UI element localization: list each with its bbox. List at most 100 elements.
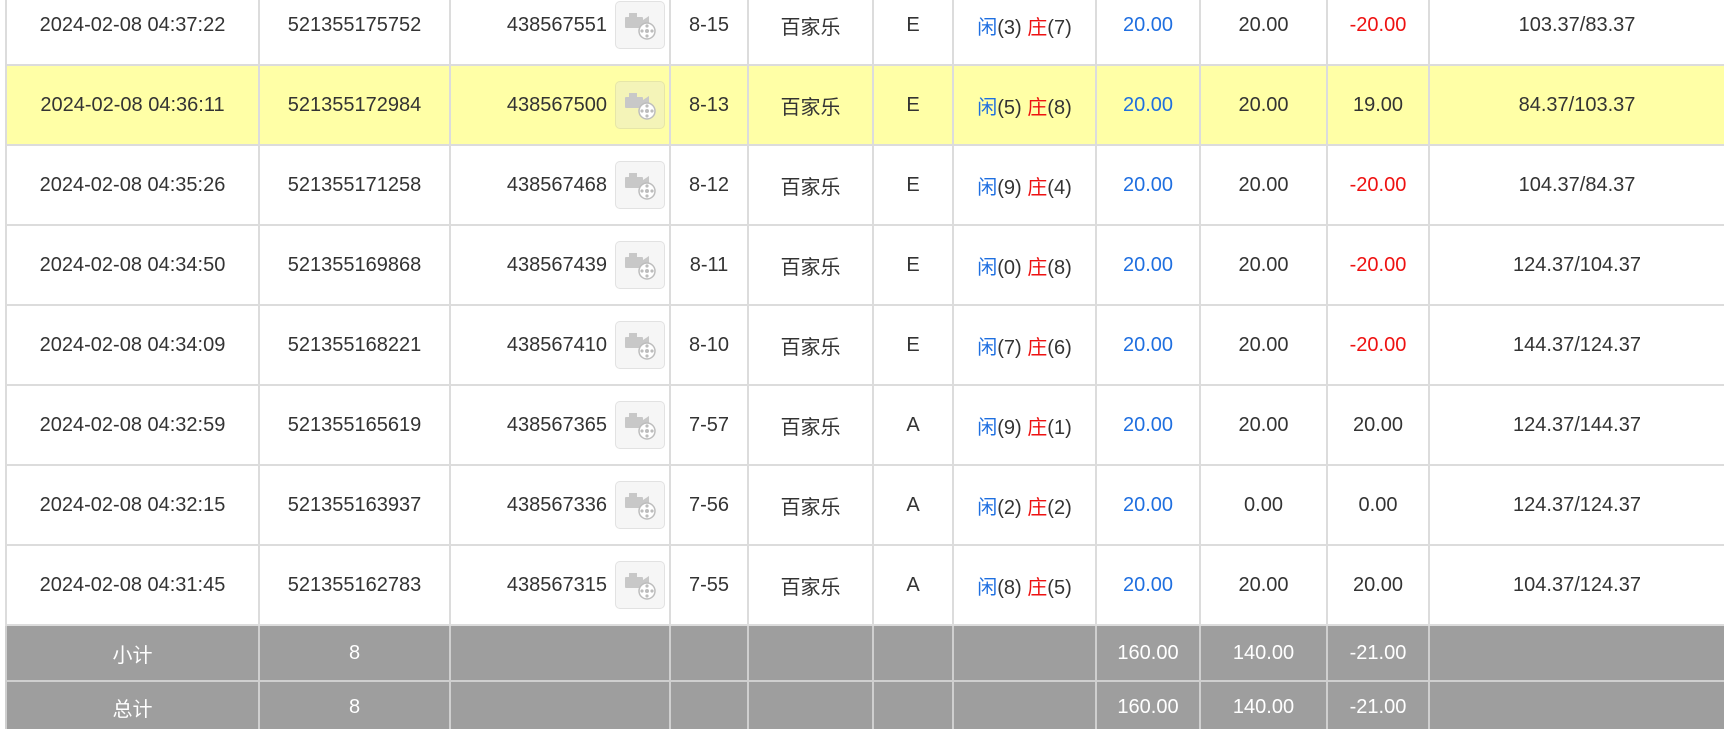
cell-bet: 20.00 <box>1095 464 1201 546</box>
cell-result: 闲(0) 庄(8) <box>952 224 1097 306</box>
round-number: 438567315 <box>506 573 607 596</box>
cell-order-no: 521355172984 <box>258 64 451 146</box>
empty-cell <box>669 680 749 729</box>
video-replay-button[interactable] <box>615 161 665 209</box>
banker-label: 庄 <box>1027 576 1048 599</box>
total-row: 总计 8 160.00 140.00 -21.00 <box>5 680 1724 729</box>
cell-balance: 104.37/84.37 <box>1428 144 1724 226</box>
player-label: 闲 <box>977 96 998 119</box>
cell-table: A <box>872 544 954 626</box>
video-replay-button[interactable] <box>615 321 665 369</box>
cell-order-no: 521355171258 <box>258 144 451 226</box>
bet-records-table: 2024-02-08 04:37:22 521355175752 4385675… <box>5 0 1724 729</box>
cell-time: 2024-02-08 04:32:59 <box>5 384 260 466</box>
cell-game: 百家乐 <box>747 384 874 466</box>
cell-result: 闲(8) 庄(5) <box>952 544 1097 626</box>
player-label: 闲 <box>977 256 998 279</box>
table-row: 2024-02-08 04:32:59 521355165619 4385673… <box>5 384 1724 466</box>
cell-time: 2024-02-08 04:35:26 <box>5 144 260 226</box>
cell-result: 闲(9) 庄(4) <box>952 144 1097 226</box>
player-label: 闲 <box>977 416 998 439</box>
subtotal-bet: 160.00 <box>1095 624 1201 682</box>
player-score: (0) <box>997 256 1022 279</box>
subtotal-label: 小计 <box>5 624 260 682</box>
player-score: (9) <box>997 416 1022 439</box>
banker-score: (6) <box>1047 336 1072 359</box>
cell-balance: 124.37/124.37 <box>1428 464 1724 546</box>
table-row: 2024-02-08 04:34:09 521355168221 4385674… <box>5 304 1724 386</box>
cell-game: 百家乐 <box>747 544 874 626</box>
round-number: 438567439 <box>506 253 607 276</box>
video-replay-button[interactable] <box>615 241 665 289</box>
cell-balance: 103.37/83.37 <box>1428 0 1724 66</box>
cell-bet: 20.00 <box>1095 144 1201 226</box>
cell-valid-bet: 0.00 <box>1199 464 1328 546</box>
cell-round-no: 438567439 <box>449 224 671 306</box>
round-number: 438567551 <box>506 13 607 36</box>
cell-shoe: 8-11 <box>669 224 749 306</box>
video-replay-button[interactable] <box>615 81 665 129</box>
round-number: 438567365 <box>506 413 607 436</box>
cell-balance: 104.37/124.37 <box>1428 544 1724 626</box>
cell-round-no: 438567468 <box>449 144 671 226</box>
empty-cell <box>872 680 954 729</box>
banker-label: 庄 <box>1027 416 1048 439</box>
video-replay-button[interactable] <box>615 481 665 529</box>
player-label: 闲 <box>977 16 998 39</box>
cell-round-no: 438567336 <box>449 464 671 546</box>
cell-table: E <box>872 224 954 306</box>
cell-round-no: 438567410 <box>449 304 671 386</box>
cell-round-no: 438567365 <box>449 384 671 466</box>
cell-time: 2024-02-08 04:34:09 <box>5 304 260 386</box>
empty-cell <box>1428 624 1724 682</box>
cell-time: 2024-02-08 04:34:50 <box>5 224 260 306</box>
cell-shoe: 8-10 <box>669 304 749 386</box>
empty-cell <box>449 680 671 729</box>
player-score: (3) <box>997 16 1022 39</box>
cell-time: 2024-02-08 04:32:15 <box>5 464 260 546</box>
round-number: 438567500 <box>506 93 607 116</box>
cell-shoe: 8-15 <box>669 0 749 66</box>
round-number: 438567468 <box>506 173 607 196</box>
cell-order-no: 521355163937 <box>258 464 451 546</box>
cell-order-no: 521355175752 <box>258 0 451 66</box>
cell-game: 百家乐 <box>747 464 874 546</box>
player-label: 闲 <box>977 336 998 359</box>
cell-table: E <box>872 304 954 386</box>
banker-label: 庄 <box>1027 336 1048 359</box>
cell-bet: 20.00 <box>1095 544 1201 626</box>
cell-order-no: 521355169868 <box>258 224 451 306</box>
cell-balance: 124.37/104.37 <box>1428 224 1724 306</box>
cell-time: 2024-02-08 04:31:45 <box>5 544 260 626</box>
records-page: 2024-02-08 04:37:22 521355175752 4385675… <box>0 0 1724 729</box>
cell-valid-bet: 20.00 <box>1199 64 1328 146</box>
cell-win-loss: 20.00 <box>1326 384 1430 466</box>
cell-win-loss: -20.00 <box>1326 304 1430 386</box>
table-body: 2024-02-08 04:37:22 521355175752 4385675… <box>5 0 1724 729</box>
cell-win-loss: 0.00 <box>1326 464 1430 546</box>
cell-valid-bet: 20.00 <box>1199 0 1328 66</box>
empty-cell <box>872 624 954 682</box>
video-replay-icon <box>623 90 657 120</box>
video-replay-button[interactable] <box>615 401 665 449</box>
cell-shoe: 8-13 <box>669 64 749 146</box>
banker-label: 庄 <box>1027 96 1048 119</box>
cell-balance: 124.37/144.37 <box>1428 384 1724 466</box>
video-replay-icon <box>623 570 657 600</box>
cell-order-no: 521355165619 <box>258 384 451 466</box>
cell-bet: 20.00 <box>1095 384 1201 466</box>
empty-cell <box>449 624 671 682</box>
cell-result: 闲(3) 庄(7) <box>952 0 1097 66</box>
cell-bet: 20.00 <box>1095 0 1201 66</box>
round-number: 438567410 <box>506 333 607 356</box>
cell-shoe: 7-57 <box>669 384 749 466</box>
video-replay-button[interactable] <box>615 561 665 609</box>
total-win-loss: -21.00 <box>1326 680 1430 729</box>
empty-cell <box>952 680 1097 729</box>
cell-time: 2024-02-08 04:37:22 <box>5 0 260 66</box>
video-replay-button[interactable] <box>615 1 665 49</box>
subtotal-row: 小计 8 160.00 140.00 -21.00 <box>5 624 1724 682</box>
cell-valid-bet: 20.00 <box>1199 144 1328 226</box>
cell-result: 闲(7) 庄(6) <box>952 304 1097 386</box>
empty-cell <box>669 624 749 682</box>
